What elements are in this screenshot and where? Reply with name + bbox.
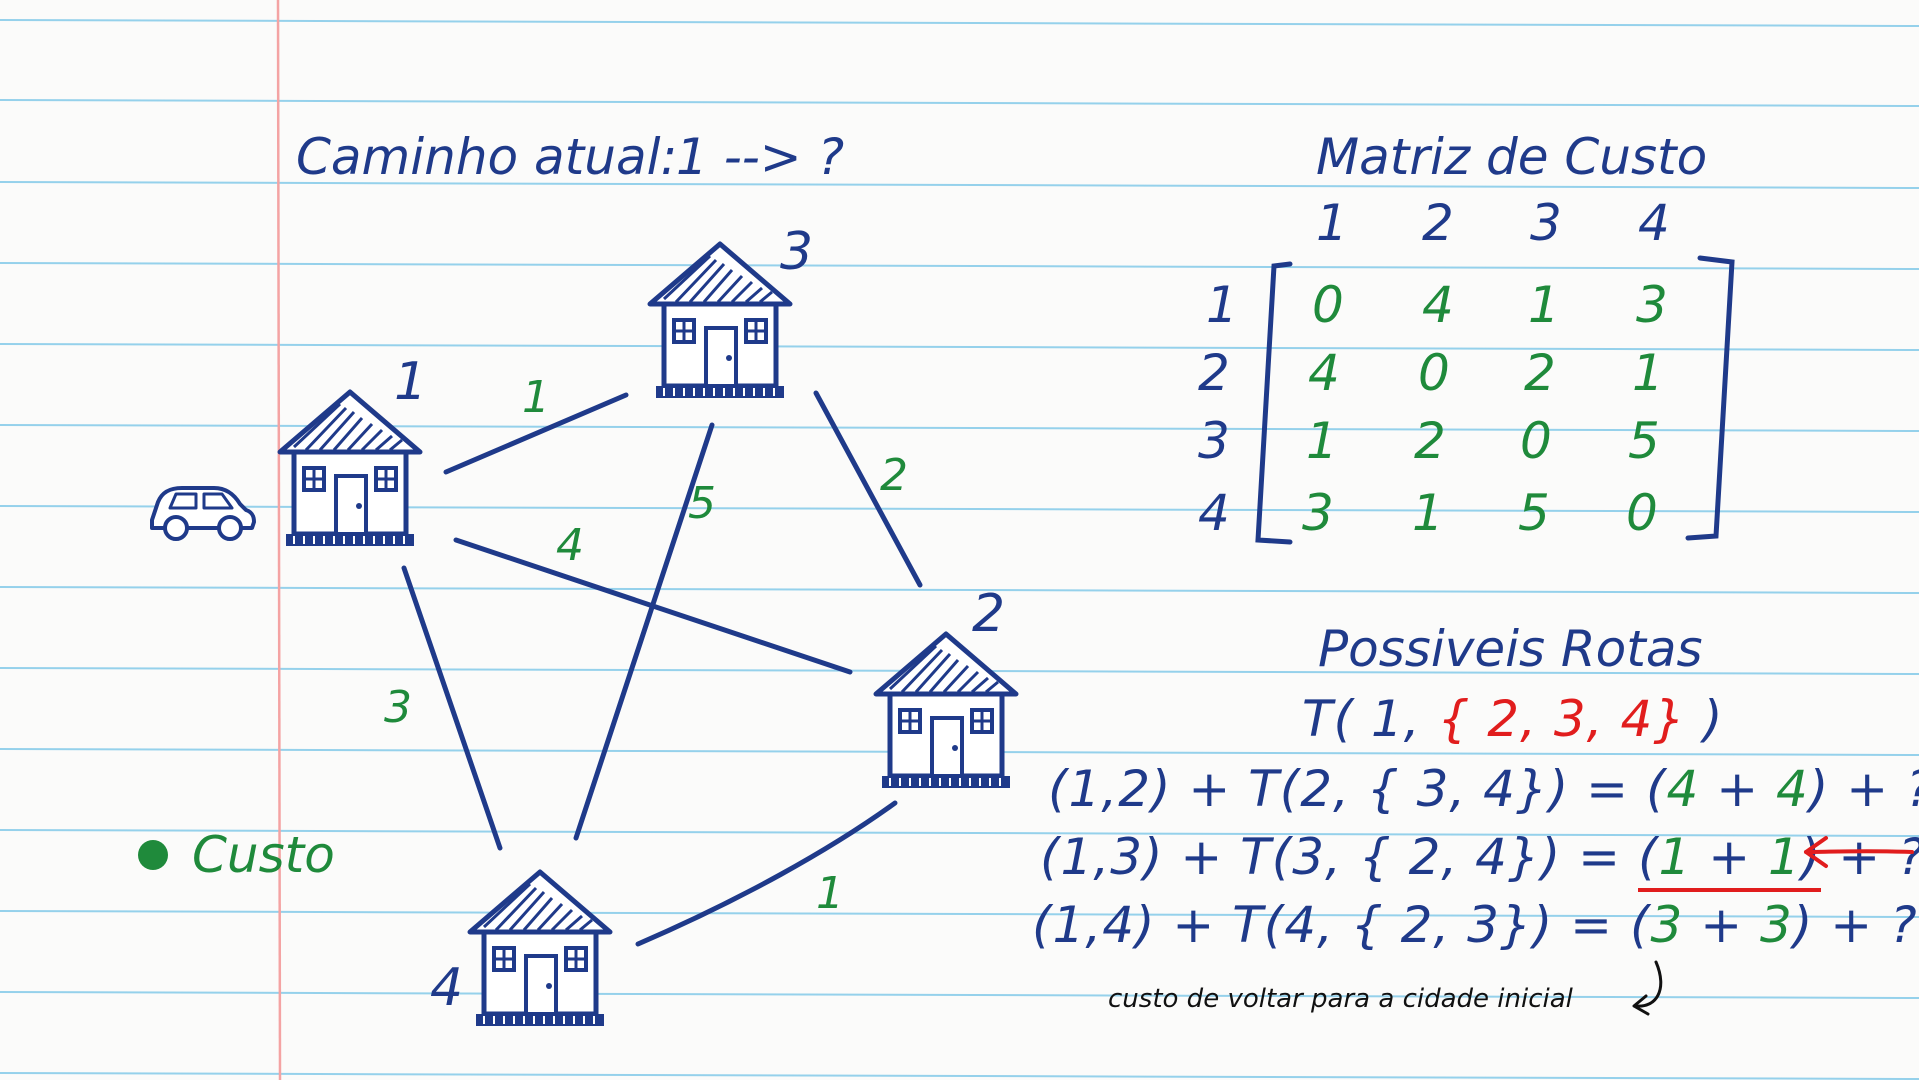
house-2-icon [876, 634, 1016, 788]
matrix-title: Matriz de Custo [1316, 128, 1708, 186]
matrix-row-header: 1 [1206, 276, 1238, 334]
route-line: (1,4) + T(4, { 2, 3}) = (3 + 3) + ? [1032, 896, 1918, 954]
edge-cost-1-2: 4 [556, 520, 584, 571]
routes-main-set: { 2, 3, 4} [1437, 690, 1687, 748]
matrix-cell: 2 [1414, 412, 1446, 470]
route-line: (1,2) + T(2, { 3, 4}) = (4 + 4) + ? [1048, 760, 1919, 818]
matrix-cell: 3 [1636, 276, 1668, 334]
route-pair: (1,4) + T(4, { 2, 3}) = [1032, 896, 1614, 954]
route-open: ( [1646, 760, 1667, 818]
matrix-row-header: 4 [1198, 484, 1230, 542]
matrix-cell: 0 [1520, 412, 1552, 470]
edge-cost-1-3: 1 [522, 372, 550, 423]
matrix-cell: 5 [1628, 412, 1660, 470]
house-3-icon [650, 244, 790, 398]
matrix-cell: 1 [1632, 344, 1664, 402]
matrix-col-header: 1 [1316, 194, 1348, 252]
edge-cost-3-2: 2 [880, 450, 908, 501]
current-path-label: Caminho atual: [296, 128, 678, 186]
node-label-1: 1 [394, 352, 428, 412]
route-tail: + ? [1846, 760, 1919, 818]
route-cost-b: 1 [1768, 828, 1801, 886]
node-label-4: 4 [430, 958, 464, 1018]
node-label-2: 2 [972, 584, 1006, 644]
route-cost-a: 1 [1658, 828, 1692, 886]
edge-cost-4-2: 1 [816, 868, 844, 919]
route-close: ) [1808, 760, 1830, 818]
matrix-cell: 3 [1302, 484, 1334, 542]
matrix-cell: 1 [1528, 276, 1560, 334]
route-close: ) [1800, 828, 1822, 886]
matrix-row-header: 3 [1198, 412, 1230, 470]
route-note: custo de voltar para a cidade inicial [1108, 984, 1573, 1014]
routes-main-expression: T( 1, { 2, 3, 4} ) [1302, 690, 1724, 748]
route-cost-a: 3 [1650, 896, 1684, 954]
edge-cost-3-4: 5 [688, 478, 716, 529]
routes-main-prefix: T( 1, [1302, 690, 1421, 748]
route-open: ( [1638, 828, 1659, 886]
matrix-col-header: 2 [1422, 194, 1454, 252]
route-min-cost-group: (1 + 1) [1638, 828, 1822, 892]
matrix-cell: 0 [1418, 344, 1450, 402]
routes-title: Possiveis Rotas [1318, 620, 1703, 678]
route-cost-b: 4 [1776, 760, 1809, 818]
matrix-row-header: 2 [1198, 344, 1230, 402]
legend-dot-icon [138, 840, 168, 870]
matrix-cell: 1 [1412, 484, 1444, 542]
edge-cost-1-4: 3 [384, 682, 412, 733]
route-cost-a: 4 [1666, 760, 1700, 818]
matrix-cell: 4 [1308, 344, 1340, 402]
route-open: ( [1630, 896, 1651, 954]
route-cost-b: 3 [1760, 896, 1793, 954]
matrix-cell: 4 [1422, 276, 1454, 334]
house-1-icon [280, 392, 420, 546]
matrix-cell: 1 [1306, 412, 1338, 470]
route-pair: (1,2) + T(2, { 3, 4}) = [1048, 760, 1630, 818]
legend: Custo [138, 826, 335, 884]
matrix-cell: 0 [1312, 276, 1344, 334]
routes-main-suffix: ) [1703, 690, 1724, 748]
car-icon [150, 486, 256, 541]
matrix-cell: 5 [1518, 484, 1550, 542]
current-path-value: 1 --> ? [676, 128, 845, 186]
route-plus: + [1708, 828, 1752, 886]
route-plus: + [1716, 760, 1760, 818]
node-label-3: 3 [780, 222, 814, 282]
route-close: ) [1792, 896, 1814, 954]
legend-label: Custo [192, 826, 335, 884]
route-line-selected: (1,3) + T(3, { 2, 4}) = (1 + 1) + ? [1040, 828, 1919, 892]
route-pair: (1,3) + T(3, { 2, 4}) = [1040, 828, 1622, 886]
matrix-col-header: 3 [1530, 194, 1562, 252]
matrix-col-header: 4 [1638, 194, 1670, 252]
house-4-icon [470, 872, 610, 1026]
route-tail: + ? [1838, 828, 1919, 886]
route-tail: + ? [1830, 896, 1918, 954]
route-plus: + [1700, 896, 1744, 954]
matrix-cell: 2 [1524, 344, 1556, 402]
matrix-cell: 0 [1626, 484, 1658, 542]
